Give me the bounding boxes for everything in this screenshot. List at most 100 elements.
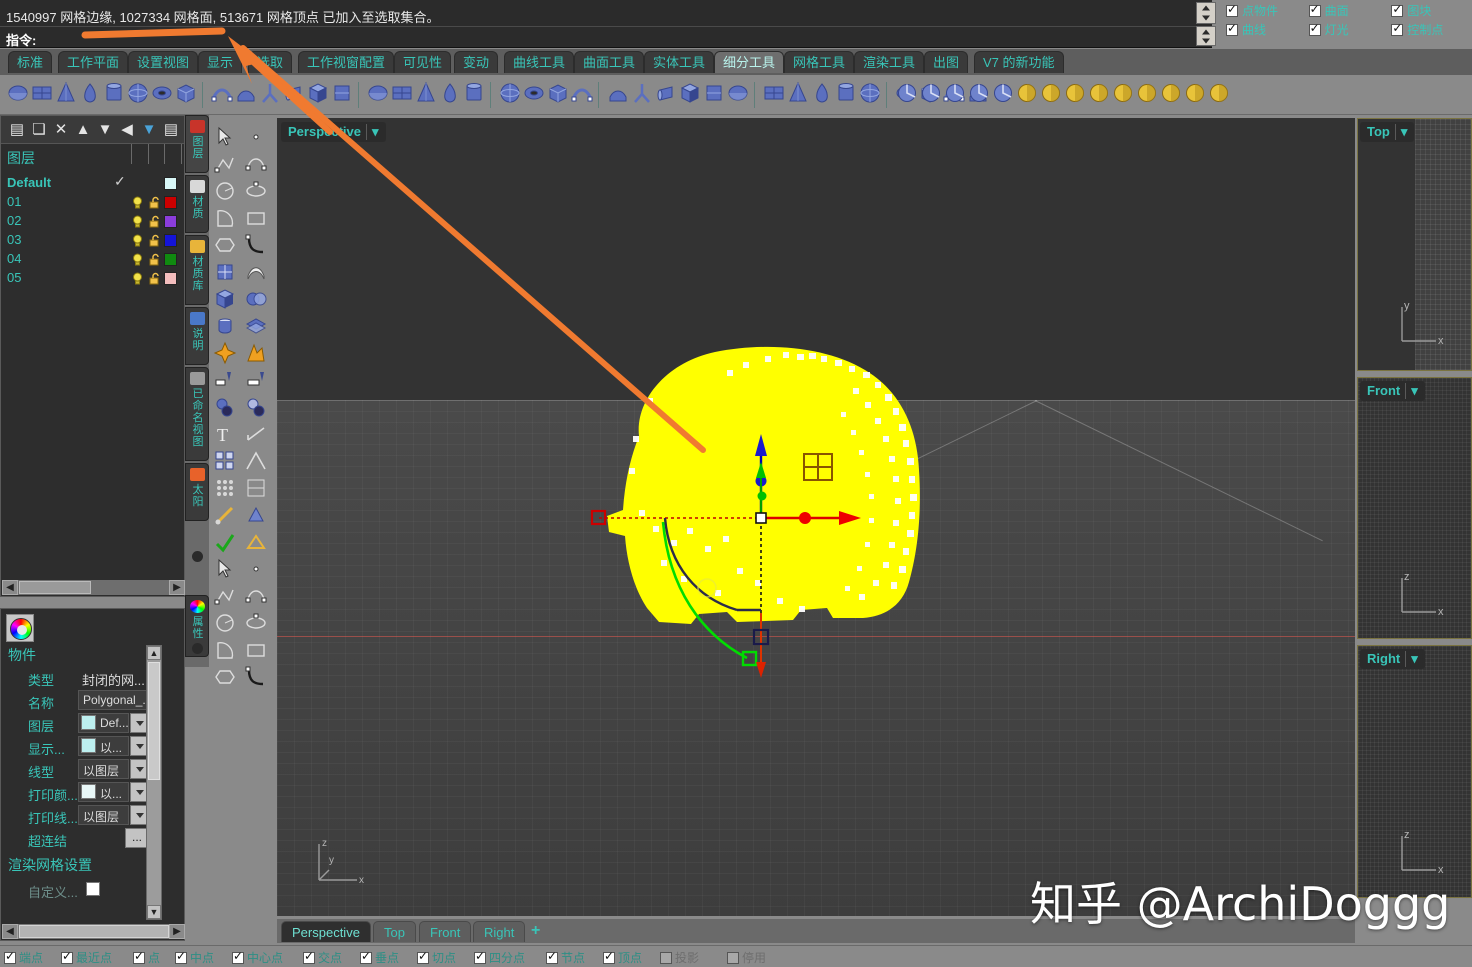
palette-icon-37[interactable] [244,611,268,635]
lightbulb-icon[interactable] [131,272,144,285]
palette-icon-30[interactable] [213,530,237,554]
toolbar-icon-33[interactable] [858,81,886,109]
osnap-item-9[interactable]: 节点 [546,949,585,966]
palette-icon-34[interactable] [213,584,237,608]
layer-row-4[interactable]: 04 [1,250,186,269]
side-tab-1[interactable]: 材 质 [185,175,209,233]
property-input-1[interactable]: Polygonal_... [78,690,154,710]
menu-tab-8[interactable]: 曲线工具 [504,51,575,73]
filter-item-5[interactable]: 控制点 [1391,20,1472,39]
top-viewport-label[interactable]: Top ▾ [1360,122,1415,142]
palette-icon-33[interactable] [244,557,268,581]
viewport-tab-2[interactable]: Front [419,921,472,942]
properties-icon[interactable]: ▤ [161,120,181,140]
command-prompt-scroll-buttons[interactable] [1196,26,1216,46]
move-up-icon[interactable]: ▲ [73,120,93,140]
menu-tab-3[interactable]: 显示 [198,51,243,73]
checkbox-icon[interactable] [1226,2,1238,17]
menu-tab-0[interactable]: 标准 [8,51,53,73]
new-layer-icon[interactable]: ▤ [7,120,27,140]
right-viewport[interactable]: Right ▾ z x [1357,645,1472,898]
command-input[interactable] [52,29,1182,47]
palette-icon-32[interactable] [213,557,237,581]
property-field-6[interactable]: 以图层 [78,805,129,825]
side-tab-0[interactable]: 图 层 [185,115,209,173]
checkbox-icon[interactable] [175,949,187,964]
viewport-tab-3[interactable]: Right [473,921,526,942]
menu-tab-5[interactable]: 工作视窗配置 [298,51,395,73]
checkbox-icon[interactable] [360,949,372,964]
side-tab-3[interactable]: 说 明 [185,307,209,365]
property-field-4[interactable]: 以图层 [78,759,129,779]
palette-icon-8[interactable] [213,233,237,257]
palette-icon-29[interactable] [244,503,268,527]
checkbox-icon[interactable] [660,951,672,964]
checkbox-icon[interactable] [1391,2,1404,17]
lightbulb-icon[interactable] [131,253,144,266]
scroll-thumb[interactable] [19,925,169,938]
layer-color-swatch[interactable] [164,177,177,190]
command-history-scroll-buttons[interactable] [1196,2,1216,24]
property-field-3[interactable]: 以... [78,736,129,756]
layer-row-2[interactable]: 02 [1,212,186,231]
checkbox-icon[interactable] [1308,21,1321,36]
chevron-down-icon[interactable]: ▾ [366,124,379,140]
toolbar-render-icon-13[interactable] [1207,81,1235,109]
checkbox-icon[interactable] [133,949,145,964]
filter-item-1[interactable]: 曲线 [1226,20,1307,39]
toolbar-icon-22[interactable] [570,81,598,109]
osnap-item-6[interactable]: 垂点 [360,949,399,966]
checkbox-icon[interactable] [727,951,739,964]
palette-icon-41[interactable] [244,665,268,689]
palette-icon-4[interactable] [213,179,237,203]
palette-icon-21[interactable] [244,395,268,419]
unlock-icon[interactable] [148,215,161,228]
checkbox-icon[interactable] [603,949,615,964]
checkbox-icon[interactable] [61,949,73,964]
layers-horizontal-scrollbar[interactable]: ◀ ▶ [2,580,185,595]
scroll-up-icon[interactable]: ▲ [147,646,161,660]
palette-icon-31[interactable] [244,530,268,554]
perspective-viewport-label[interactable]: Perspective ▾ [281,122,386,142]
unlock-icon[interactable] [148,196,161,209]
property-color-swatch-2[interactable] [81,715,96,730]
scroll-right-icon[interactable]: ▶ [169,580,185,595]
checkbox-icon[interactable] [4,949,16,964]
front-viewport[interactable]: Front ▾ z x [1357,377,1472,639]
perspective-viewport[interactable]: Perspective ▾ z y x [277,118,1355,916]
toolbar-icon-13[interactable] [330,81,358,109]
toolbar-icon-18[interactable] [462,81,490,109]
panel-grip-dot-0[interactable] [192,551,203,562]
viewport-tab-0[interactable]: Perspective [281,921,371,942]
palette-icon-12[interactable] [213,287,237,311]
filter-item-4[interactable]: 图块 [1391,1,1472,20]
menu-tab-11[interactable]: 细分工具 [714,51,785,73]
front-viewport-label[interactable]: Front ▾ [1360,381,1425,401]
palette-icon-9[interactable] [244,233,268,257]
menu-tab-4[interactable]: 选取 [248,51,293,73]
menu-tab-14[interactable]: 出图 [924,51,969,73]
unlock-icon[interactable] [148,253,161,266]
side-tab-5[interactable]: 太 阳 [185,463,209,521]
palette-icon-23[interactable] [244,422,268,446]
checkbox-icon[interactable] [1226,21,1238,36]
add-viewport-button[interactable]: + [531,922,540,940]
menu-tab-2[interactable]: 设置视图 [128,51,199,73]
prompt-up-icon[interactable] [1197,27,1215,36]
osnap-item-12[interactable]: 停用 [727,949,766,966]
palette-icon-20[interactable] [213,395,237,419]
property-field-2[interactable]: Def... [78,713,129,733]
menu-tab-10[interactable]: 实体工具 [644,51,715,73]
palette-icon-2[interactable] [213,152,237,176]
scroll-up-icon[interactable] [1197,3,1215,13]
layer-row-1[interactable]: 01 [1,193,186,212]
menu-tab-1[interactable]: 工作平面 [58,51,129,73]
scroll-down-icon[interactable]: ▼ [147,905,161,919]
menu-tab-7[interactable]: 变动 [454,51,499,73]
filter-item-2[interactable]: 曲面 [1308,1,1390,20]
prompt-down-icon[interactable] [1197,36,1215,45]
render-property-checkbox-0[interactable] [86,882,100,896]
palette-icon-25[interactable] [244,449,268,473]
delete-layer-icon[interactable]: ✕ [51,120,71,140]
palette-icon-3[interactable] [244,152,268,176]
